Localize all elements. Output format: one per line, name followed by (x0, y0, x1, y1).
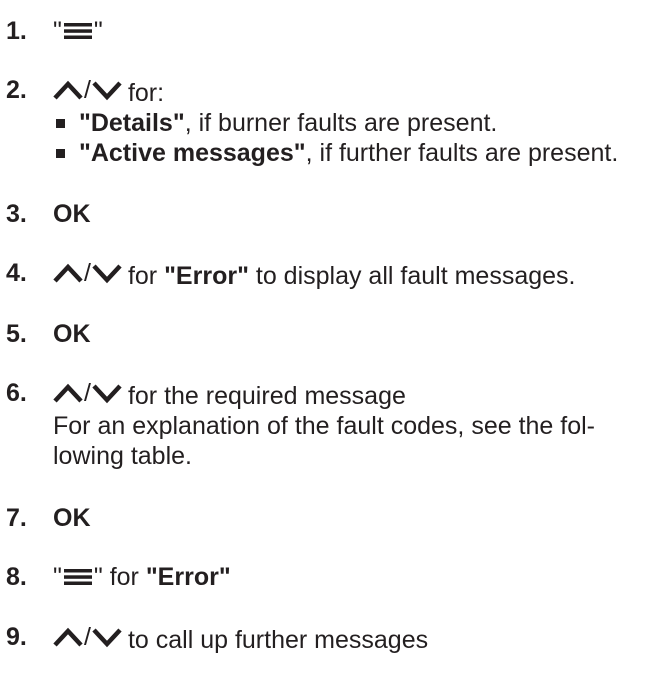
menu-key: " " (53, 563, 103, 591)
arrow-up-icon (53, 382, 83, 404)
up-down-keys: / (53, 378, 122, 408)
arrow-down-icon (92, 79, 122, 101)
ok-key: OK (53, 200, 91, 228)
bullet-icon (56, 149, 65, 158)
step-number: 8. (6, 563, 27, 591)
ok-key: OK (53, 320, 91, 348)
arrow-down-icon (92, 626, 122, 648)
list-item: "Details", if burner faults are present. (53, 108, 650, 138)
arrow-down-icon (92, 262, 122, 284)
bullet-icon (56, 119, 65, 128)
list-item: "Active messages", if further faults are… (53, 138, 650, 168)
step-number: 9. (6, 623, 27, 651)
menu-key: " " (53, 17, 103, 45)
step-number: 1. (6, 17, 27, 45)
arrow-up-icon (53, 262, 83, 284)
explanation-text: For an explanation of the fault codes, s… (53, 412, 596, 440)
up-down-keys: / (53, 75, 122, 105)
up-down-keys: / (53, 258, 122, 288)
step-number: 4. (6, 259, 27, 287)
step-number: 6. (6, 379, 27, 407)
explanation-text: lowing table. (53, 442, 192, 470)
arrow-down-icon (92, 382, 122, 404)
arrow-up-icon (53, 626, 83, 648)
ok-key: OK (53, 504, 91, 532)
menu-icon (63, 569, 92, 585)
step-number: 5. (6, 320, 27, 348)
step-number: 2. (6, 76, 27, 104)
up-down-keys: / (53, 622, 122, 652)
arrow-up-icon (53, 79, 83, 101)
menu-icon (63, 23, 92, 39)
step-number: 3. (6, 200, 27, 228)
step-number: 7. (6, 504, 27, 532)
